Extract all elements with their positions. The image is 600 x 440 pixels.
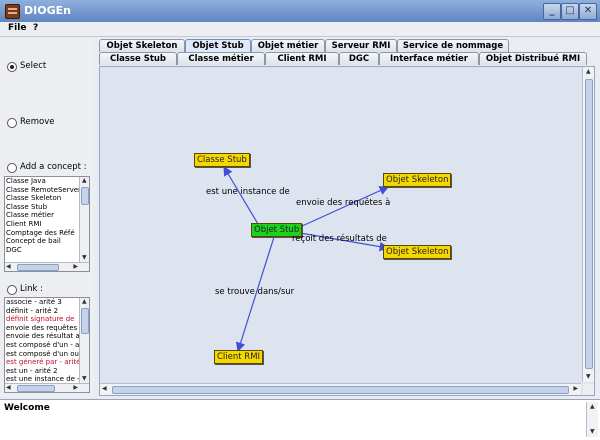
- link-list-item[interactable]: est une instance de -: [6, 375, 79, 383]
- tab-classe-metier[interactable]: Classe métier: [177, 52, 265, 65]
- tab-serveur-rmi[interactable]: Serveur RMI: [325, 39, 397, 52]
- scroll-up-icon[interactable]: ▲: [586, 68, 591, 76]
- graph-node[interactable]: Client RMI: [214, 350, 264, 364]
- scroll-down-icon[interactable]: ▼: [82, 254, 87, 262]
- tab-objet-stub[interactable]: Objet Stub: [185, 39, 251, 52]
- tab-objet-metier[interactable]: Objet métier: [251, 39, 325, 52]
- scroll-left-icon[interactable]: ◀: [102, 385, 107, 393]
- link-rows: associe - arité 3 définit - arité 2 défini…: [6, 298, 79, 383]
- menu-file[interactable]: File: [8, 23, 26, 33]
- graph-hscrollbar[interactable]: ◀ ▶: [100, 383, 581, 395]
- scroll-right-icon[interactable]: ▶: [73, 263, 78, 271]
- concept-list-hscrollbar[interactable]: ◀ ▶: [5, 262, 89, 271]
- tab-row-2: Classe Stub Classe métier Client RMI DGC…: [99, 52, 593, 65]
- concept-list-item[interactable]: Classe RemoteServer: [6, 186, 79, 195]
- concept-list[interactable]: Classe Java Classe RemoteServer Classe Ske…: [4, 176, 90, 272]
- menu-help[interactable]: ?: [33, 23, 38, 33]
- graph-vthumb[interactable]: [585, 79, 593, 369]
- concept-list-item[interactable]: DGC: [6, 246, 79, 255]
- graph-node[interactable]: Classe Stub: [194, 153, 250, 167]
- concept-list-hthumb[interactable]: [17, 264, 59, 271]
- add-concept-radio[interactable]: [7, 163, 17, 173]
- menu-bar: File ?: [0, 22, 600, 37]
- select-label: Select: [20, 61, 47, 71]
- tab-classe-stub[interactable]: Classe Stub: [99, 52, 177, 65]
- link-list-item[interactable]: est composé d'un ou: [6, 350, 79, 359]
- concept-list-item[interactable]: Client RMI: [6, 220, 79, 229]
- link-radio[interactable]: [7, 285, 17, 295]
- link-list-item[interactable]: envoie des résultat a: [6, 332, 79, 341]
- link-list-item[interactable]: définit signature de: [6, 315, 79, 324]
- link-list-item[interactable]: est géneré par - arité: [6, 358, 79, 367]
- concept-list-item[interactable]: Classe métier: [6, 211, 79, 220]
- console-panel: Welcome ▲ ▼: [0, 399, 600, 440]
- concept-list-item[interactable]: Concept de bail: [6, 237, 79, 246]
- app-icon: [5, 4, 20, 19]
- tab-dgc[interactable]: DGC: [339, 52, 379, 65]
- concept-list-item[interactable]: Classe Skeleton: [6, 194, 79, 203]
- edge-label: reçoit des résultats de: [292, 234, 387, 244]
- link-list-vthumb[interactable]: [81, 308, 89, 334]
- scroll-right-icon[interactable]: ▶: [573, 385, 578, 393]
- link-label: Link :: [20, 284, 43, 294]
- graph-viewport[interactable]: Objet Stub Classe Stub Objet Skeleton Ob…: [100, 67, 581, 382]
- scroll-right-icon[interactable]: ▶: [73, 384, 78, 392]
- concept-list-item[interactable]: Classe Stub: [6, 203, 79, 212]
- remove-radio[interactable]: [7, 118, 17, 128]
- concept-rows: Classe Java Classe RemoteServer Classe Ske…: [6, 177, 79, 262]
- maximize-icon[interactable]: □: [561, 3, 579, 20]
- graph-hthumb[interactable]: [112, 386, 569, 394]
- window-title: DIOGEn: [24, 4, 71, 17]
- scroll-left-icon[interactable]: ◀: [6, 263, 11, 271]
- status-message: Welcome: [4, 403, 50, 413]
- title-bar: DIOGEn _ □ ✕: [0, 0, 600, 23]
- scroll-up-icon[interactable]: ▲: [590, 403, 595, 411]
- scroll-up-icon[interactable]: ▲: [82, 298, 87, 306]
- link-list-item[interactable]: est un - arité 2: [6, 367, 79, 376]
- link-list-item[interactable]: envoie des requêtes: [6, 324, 79, 333]
- link-list[interactable]: associe - arité 3 définit - arité 2 défini…: [4, 297, 90, 393]
- link-list-vscrollbar[interactable]: ▲ ▼: [79, 298, 89, 383]
- graph-node[interactable]: Objet Skeleton: [383, 173, 452, 187]
- graph-edges: [223, 165, 390, 353]
- link-list-item[interactable]: associe - arité 3: [6, 298, 79, 307]
- scroll-corner: [583, 384, 594, 395]
- scroll-up-icon[interactable]: ▲: [82, 177, 87, 185]
- edge-label: est une instance de: [206, 187, 290, 197]
- scroll-down-icon[interactable]: ▼: [590, 428, 595, 436]
- tab-objet-distribue-rmi[interactable]: Objet Distribué RMI: [479, 52, 587, 65]
- tool-panel: Select Remove Add a concept : Classe Jav…: [0, 37, 94, 397]
- scroll-left-icon[interactable]: ◀: [6, 384, 11, 392]
- graph-canvas[interactable]: Objet Stub Classe Stub Objet Skeleton Ob…: [99, 66, 595, 396]
- concept-list-item[interactable]: Comptage des Réfé: [6, 229, 79, 238]
- concept-list-vthumb[interactable]: [81, 187, 89, 205]
- tab-row-1: Objet Skeleton Objet Stub Objet métier S…: [99, 39, 593, 52]
- link-list-item[interactable]: définit - arité 2: [6, 307, 79, 316]
- scroll-down-icon[interactable]: ▼: [586, 373, 591, 381]
- add-concept-label: Add a concept :: [20, 162, 87, 172]
- select-radio[interactable]: [7, 62, 17, 72]
- minimize-icon[interactable]: _: [543, 3, 561, 20]
- concept-list-item[interactable]: Classe Java: [6, 177, 79, 186]
- edge-label: se trouve dans/sur: [215, 287, 295, 297]
- close-icon[interactable]: ✕: [579, 3, 597, 20]
- scroll-down-icon[interactable]: ▼: [82, 375, 87, 383]
- remove-label: Remove: [20, 117, 55, 127]
- link-list-item[interactable]: est composé d'un - a: [6, 341, 79, 350]
- graph-vscrollbar[interactable]: ▲ ▼: [582, 67, 594, 382]
- tab-client-rmi[interactable]: Client RMI: [265, 52, 339, 65]
- graph-node[interactable]: Objet Skeleton: [383, 245, 452, 259]
- edge-label: envoie des requêtes à: [296, 198, 391, 208]
- tab-service-de-nommage[interactable]: Service de nommage: [397, 39, 509, 52]
- tab-interface-metier[interactable]: Interface métier: [379, 52, 479, 65]
- tab-objet-skeleton[interactable]: Objet Skeleton: [99, 39, 185, 52]
- link-list-hthumb[interactable]: [17, 385, 55, 392]
- link-list-hscrollbar[interactable]: ◀ ▶: [5, 383, 89, 392]
- console-vscrollbar[interactable]: ▲ ▼: [586, 402, 598, 437]
- concept-list-vscrollbar[interactable]: ▲ ▼: [79, 177, 89, 262]
